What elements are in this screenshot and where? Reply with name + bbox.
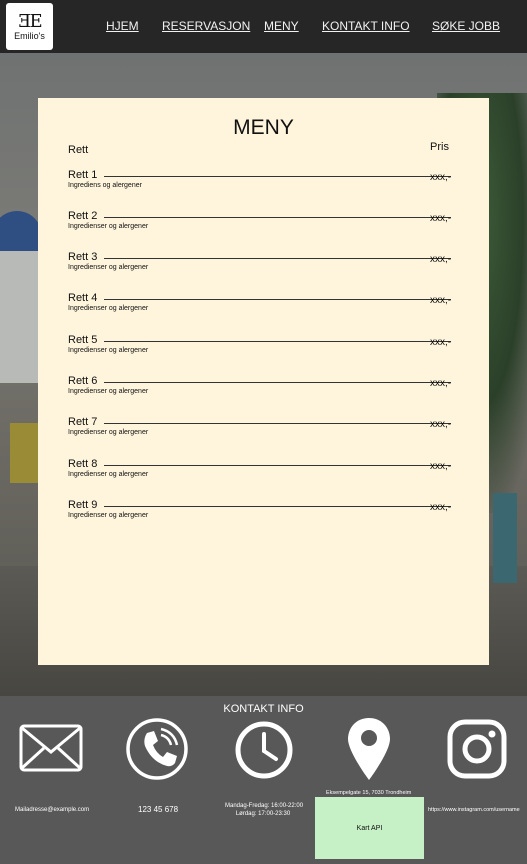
- nav-link-hjem[interactable]: HJEM: [106, 19, 139, 33]
- address-text: Eksempelgate 15, 7030 Trondheim: [326, 790, 412, 796]
- logo[interactable]: ƎE Emilio's: [6, 3, 53, 50]
- opening-hours-weekday: Mandag-Fredag: 16:00-22:00: [225, 803, 304, 809]
- background-dome: [0, 211, 42, 251]
- menu-item-name: Rett 6: [68, 375, 98, 387]
- menu-item-leader-line: [104, 506, 451, 507]
- menu-item-name: Rett 8: [68, 458, 98, 470]
- email-text[interactable]: Mailadresse@example.com: [15, 807, 89, 813]
- menu-item-name: Rett 4: [68, 292, 98, 304]
- nav-link-soke-jobb[interactable]: SØKE JOBB: [432, 19, 500, 33]
- menu-item-leader-line: [104, 382, 451, 383]
- menu-item: Rett 8 Ingredienser og alergener xxx,-: [68, 458, 458, 488]
- menu-item-name: Rett 5: [68, 334, 98, 346]
- menu-item-price: xxx,-: [430, 172, 452, 183]
- menu-item-ingredients: Ingredienser og alergener: [68, 512, 149, 519]
- menu-item-leader-line: [104, 217, 451, 218]
- menu-item: Rett 3 Ingredienser og alergener xxx,-: [68, 251, 458, 281]
- menu-item-ingredients: Ingredienser og alergener: [68, 347, 149, 354]
- opening-hours-saturday: Lørdag: 17:00-23:30: [235, 811, 291, 817]
- menu-item-leader-line: [104, 258, 451, 259]
- menu-title: MENY: [233, 116, 294, 139]
- nav-link-meny[interactable]: MENY: [264, 19, 299, 33]
- menu-item: Rett 4 Ingredienser og alergener xxx,-: [68, 292, 458, 322]
- background-building: [0, 233, 40, 383]
- menu-item-ingredients: Ingrediens og alergener: [68, 182, 142, 189]
- menu-item-leader-line: [104, 176, 451, 177]
- menu-item: Rett 5 Ingredienser og alergener xxx,-: [68, 334, 458, 364]
- menu-item: Rett 7 Ingredienser og alergener xxx,-: [68, 416, 458, 446]
- menu-item: Rett 9 Ingredienser og alergener xxx,-: [68, 499, 458, 529]
- menu-item-price: xxx,-: [430, 378, 452, 389]
- column-header-dish: Rett: [68, 144, 89, 156]
- menu-card: MENY Rett Pris Rett 1 Ingrediens og aler…: [38, 98, 489, 665]
- menu-item-leader-line: [104, 341, 451, 342]
- menu-item-price: xxx,-: [430, 337, 452, 348]
- menu-item-ingredients: Ingredienser og alergener: [68, 305, 149, 312]
- instagram-link[interactable]: https://www.instagram.com/username: [428, 807, 520, 813]
- menu-item-ingredients: Ingredienser og alergener: [68, 223, 149, 230]
- menu-item-price: xxx,-: [430, 295, 452, 306]
- menu-item-ingredients: Ingredienser og alergener: [68, 264, 149, 271]
- nav-link-reservasjon[interactable]: RESERVASJON: [162, 19, 250, 33]
- opening-hours: Mandag-Fredag: 16:00-22:00 Lørdag: 17:00…: [225, 802, 304, 818]
- menu-item-name: Rett 1: [68, 169, 98, 181]
- menu-item-name: Rett 7: [68, 416, 98, 428]
- background-chair: [493, 493, 517, 583]
- menu-item-ingredients: Ingredienser og alergener: [68, 429, 149, 436]
- logo-mark: ƎE: [18, 10, 42, 32]
- logo-text: Emilio's: [14, 30, 45, 41]
- menu-item-leader-line: [104, 423, 451, 424]
- menu-item-ingredients: Ingredienser og alergener: [68, 388, 149, 395]
- menu-item-price: xxx,-: [430, 419, 452, 430]
- menu-item: Rett 1 Ingrediens og alergener xxx,-: [68, 169, 458, 199]
- background-chair: [10, 423, 38, 483]
- menu-item: Rett 6 Ingredienser og alergener xxx,-: [68, 375, 458, 405]
- clock-icon: [235, 721, 293, 779]
- location-pin-icon[interactable]: [346, 716, 392, 782]
- menu-item-name: Rett 9: [68, 499, 98, 511]
- footer-title: KONTAKT INFO: [223, 703, 304, 715]
- menu-item-name: Rett 2: [68, 210, 98, 222]
- menu-item-leader-line: [104, 299, 451, 300]
- map-label: Kart API: [356, 824, 383, 832]
- menu-item: Rett 2 Ingredienser og alergener xxx,-: [68, 210, 458, 240]
- top-navigation: ƎE Emilio's HJEM RESERVASJON MENY KONTAK…: [0, 0, 527, 53]
- column-header-price: Pris: [430, 141, 449, 153]
- menu-item-name: Rett 3: [68, 251, 98, 263]
- menu-item-price: xxx,-: [430, 461, 452, 472]
- menu-item-ingredients: Ingredienser og alergener: [68, 471, 149, 478]
- menu-item-price: xxx,-: [430, 213, 452, 224]
- phone-icon[interactable]: [125, 717, 189, 781]
- nav-link-kontakt-info[interactable]: KONTAKT INFO: [322, 19, 410, 33]
- phone-text[interactable]: 123 45 678: [138, 805, 178, 814]
- menu-item-price: xxx,-: [430, 254, 452, 265]
- menu-item-leader-line: [104, 465, 451, 466]
- contact-footer: KONTAKT INFO Mailadresse@example.com 123…: [0, 696, 527, 864]
- instagram-icon[interactable]: [447, 719, 507, 779]
- map-placeholder[interactable]: Kart API: [315, 797, 424, 859]
- menu-item-price: xxx,-: [430, 502, 452, 513]
- mail-icon[interactable]: [19, 724, 83, 772]
